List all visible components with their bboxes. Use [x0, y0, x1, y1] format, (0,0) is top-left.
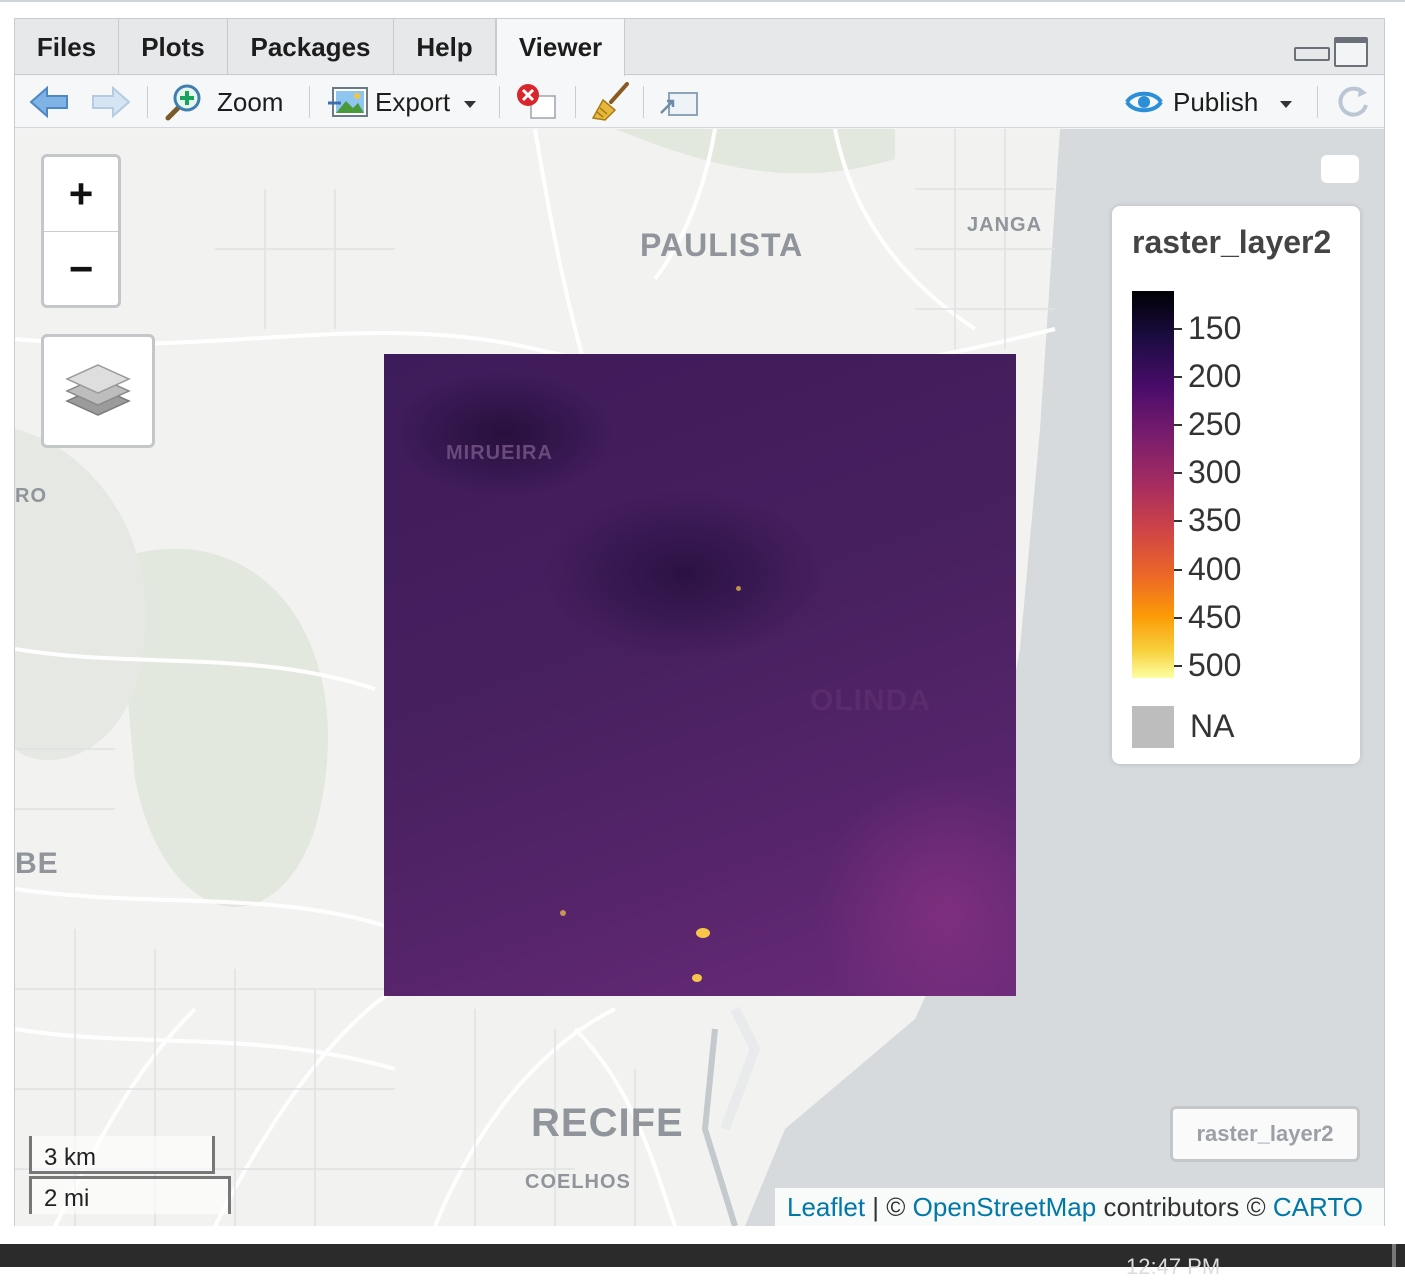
remove-viewer-icon [517, 84, 556, 119]
window-controls [1294, 37, 1368, 67]
zoom-control: + − [41, 154, 121, 308]
place-label-mirueira: MIRUEIRA [446, 442, 553, 464]
toolbar-separator [499, 86, 500, 118]
back-arrow-icon [29, 85, 68, 119]
maximize-pane-button[interactable] [1334, 37, 1368, 67]
publish-label: Publish [1173, 86, 1259, 117]
place-label-paulista: PAULISTA [640, 227, 804, 263]
attribution-separator: | © [865, 1191, 913, 1222]
raster-hotspot [560, 910, 566, 916]
layers-icon [65, 364, 131, 416]
scale-km: 3 km [29, 1136, 215, 1174]
zoom-in-button[interactable]: + [44, 157, 118, 231]
legend-colorbar [1132, 291, 1174, 678]
toolbar-separator [575, 86, 576, 118]
carto-link[interactable]: CARTO [1273, 1192, 1363, 1223]
toolbar-separator [309, 86, 310, 118]
tab-viewer[interactable]: Viewer [496, 19, 625, 76]
legend-na-swatch [1132, 706, 1174, 748]
popout-window-icon [660, 92, 698, 116]
tab-bar: Files Plots Packages Help Viewer [15, 19, 1384, 76]
magnifier-plus-icon [165, 84, 201, 121]
chevron-down-icon [464, 100, 477, 108]
toolbar-separator [643, 86, 644, 118]
legend-tick: 500 [1173, 649, 1241, 681]
export-image-icon [328, 87, 368, 117]
forward-arrow-icon [92, 85, 131, 119]
place-label-coelhos: COELHOS [525, 1171, 631, 1193]
clear-all-button[interactable] [591, 76, 631, 128]
back-button[interactable] [29, 76, 69, 128]
legend-na-label: NA [1190, 708, 1235, 744]
place-label-ro: RO [15, 485, 47, 507]
publish-dropdown[interactable]: Publish [1123, 76, 1293, 128]
taskbar-edge [1392, 1244, 1396, 1267]
viewer-toolbar: Zoom Export Publish [15, 76, 1384, 128]
place-label-be: BE [15, 847, 59, 880]
tab-plots[interactable]: Plots [119, 19, 228, 75]
viewer-pane: Files Plots Packages Help Viewer Zoom Ex… [14, 18, 1385, 1226]
show-in-window-button[interactable] [659, 76, 699, 128]
layer-toggle-button[interactable]: raster_layer2 [1170, 1106, 1360, 1162]
tab-help[interactable]: Help [394, 19, 496, 75]
openstreetmap-link[interactable]: OpenStreetMap [913, 1192, 1097, 1223]
raster-layer-overlay: MIRUEIRA OLINDA [384, 354, 1016, 996]
map-attribution: Leaflet | © OpenStreetMap contributors ©… [775, 1188, 1384, 1226]
forward-button[interactable] [91, 76, 131, 128]
attribution-contributors: contributors © [1096, 1191, 1273, 1222]
taskbar-clock: 12:47 PM [1126, 1254, 1221, 1279]
broom-icon [591, 82, 629, 121]
layers-control-button[interactable] [41, 334, 155, 448]
place-label-olinda: OLINDA [810, 684, 931, 717]
legend-title: raster_layer2 [1132, 224, 1332, 260]
zoom-out-button[interactable]: − [44, 231, 118, 305]
zoom-label: Zoom [217, 86, 284, 117]
legend-tick: 350 [1173, 504, 1241, 536]
clear-current-button[interactable] [515, 76, 559, 128]
top-border [0, 0, 1405, 2]
legend-tick: 300 [1173, 456, 1241, 488]
refresh-button[interactable] [1333, 76, 1371, 128]
toolbar-separator [1317, 86, 1318, 118]
tab-packages[interactable]: Packages [228, 19, 394, 75]
legend-tick: 200 [1173, 360, 1241, 392]
scale-mi: 2 mi [29, 1176, 231, 1214]
leaflet-map[interactable]: PAULISTA JANGA RO BE RECIFE COELHOS MIRU… [15, 129, 1384, 1226]
export-dropdown[interactable]: Export [327, 76, 477, 128]
minimize-pane-button[interactable] [1294, 37, 1330, 63]
publish-icon [1125, 91, 1163, 113]
legend-tick: 250 [1173, 408, 1241, 440]
export-label: Export [375, 86, 451, 117]
toolbar-separator [147, 86, 148, 118]
legend-tick: 450 [1173, 601, 1241, 633]
raster-hotspot [692, 974, 702, 982]
raster-legend: raster_layer2 150 200 250 300 350 400 45… [1112, 206, 1360, 764]
place-label-janga: JANGA [967, 214, 1043, 236]
refresh-icon [1338, 86, 1368, 117]
legend-tick: 150 [1173, 312, 1241, 344]
map-control-box[interactable] [1321, 155, 1359, 183]
raster-hotspot [736, 586, 741, 591]
tab-files[interactable]: Files [15, 19, 119, 75]
raster-hotspot [696, 928, 710, 938]
chevron-down-icon [1280, 100, 1293, 108]
leaflet-link[interactable]: Leaflet [787, 1192, 865, 1223]
legend-tick: 400 [1173, 553, 1241, 585]
taskbar: 12:47 PM [0, 1244, 1405, 1279]
zoom-button[interactable]: Zoom [165, 76, 283, 128]
place-label-recife: RECIFE [531, 1101, 684, 1145]
